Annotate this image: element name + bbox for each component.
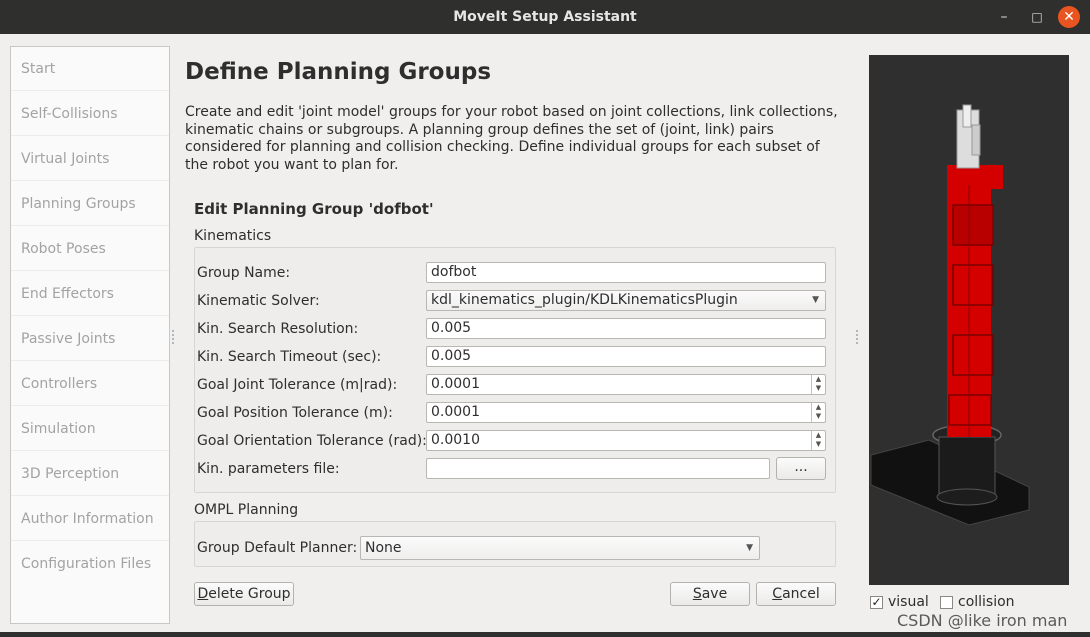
- params-file-label: Kin. parameters file:: [197, 461, 340, 477]
- sidebar-item-simulation[interactable]: Simulation: [11, 407, 169, 451]
- edit-group-title: Edit Planning Group 'dofbot': [194, 200, 434, 218]
- watermark: CSDN @like iron man: [897, 611, 1068, 630]
- goal-position-tolerance-spinbox[interactable]: 0.0001 ▲ ▼: [426, 402, 826, 423]
- default-planner-value: None: [365, 540, 402, 556]
- goal-joint-tolerance-value: 0.0001: [431, 376, 480, 392]
- kinematic-solver-label: Kinematic Solver:: [197, 293, 320, 309]
- sidebar-item-planning-groups[interactable]: Planning Groups: [11, 182, 169, 226]
- kinematics-groupbox: [194, 247, 836, 493]
- visual-checkbox[interactable]: ✓: [870, 596, 883, 609]
- sidebar-item-3d-perception[interactable]: 3D Perception: [11, 452, 169, 496]
- group-name-input[interactable]: dofbot: [426, 262, 826, 283]
- goal-position-tolerance-label: Goal Position Tolerance (m):: [197, 405, 393, 421]
- search-timeout-label: Kin. Search Timeout (sec):: [197, 349, 382, 365]
- kinematic-solver-select[interactable]: kdl_kinematics_plugin/KDLKinematicsPlugi…: [426, 290, 826, 311]
- browse-button[interactable]: ...: [776, 457, 826, 480]
- kinematic-solver-value: kdl_kinematics_plugin/KDLKinematicsPlugi…: [431, 292, 738, 308]
- sidebar-item-robot-poses[interactable]: Robot Poses: [11, 227, 169, 271]
- delete-label: elete Group: [208, 586, 291, 602]
- page-title: Define Planning Groups: [185, 59, 492, 85]
- ompl-section-label: OMPL Planning: [194, 502, 299, 518]
- delete-mnemonic: D: [197, 586, 209, 602]
- goal-orientation-tolerance-value: 0.0010: [431, 432, 480, 448]
- minimize-icon[interactable]: –: [992, 5, 1016, 29]
- search-resolution-label: Kin. Search Resolution:: [197, 321, 359, 337]
- chevron-down-icon: ▼: [812, 295, 819, 305]
- robot-3d-viewer[interactable]: [869, 55, 1069, 585]
- save-mnemonic: S: [692, 586, 702, 602]
- splitter-handle-right[interactable]: [856, 330, 858, 344]
- spin-arrows-icon[interactable]: ▲ ▼: [811, 375, 825, 394]
- collision-checkbox[interactable]: [940, 596, 953, 609]
- spin-arrows-icon[interactable]: ▲ ▼: [811, 431, 825, 450]
- splitter-handle-left[interactable]: [172, 330, 174, 344]
- title-bar: MoveIt Setup Assistant – □ ✕: [0, 0, 1090, 34]
- maximize-icon[interactable]: □: [1025, 5, 1049, 29]
- save-button[interactable]: Save: [670, 582, 750, 606]
- group-name-label: Group Name:: [197, 265, 291, 281]
- cancel-button[interactable]: Cancel: [756, 582, 836, 606]
- sidebar-item-configuration-files[interactable]: Configuration Files: [11, 542, 169, 586]
- cancel-mnemonic: C: [772, 586, 783, 602]
- sidebar-item-end-effectors[interactable]: End Effectors: [11, 272, 169, 316]
- kinematics-section-label: Kinematics: [194, 228, 272, 244]
- chevron-down-icon: ▼: [746, 543, 753, 553]
- setup-steps-sidebar: Start Self-Collisions Virtual Joints Pla…: [10, 46, 170, 624]
- close-icon[interactable]: ✕: [1058, 6, 1080, 28]
- search-resolution-input[interactable]: 0.005: [426, 318, 826, 339]
- page-description: Create and edit 'joint model' groups for…: [185, 104, 838, 173]
- delete-group-button[interactable]: Delete Group: [194, 582, 294, 606]
- save-label: ave: [701, 586, 728, 602]
- sidebar-item-author-information[interactable]: Author Information: [11, 497, 169, 541]
- sidebar-item-virtual-joints[interactable]: Virtual Joints: [11, 137, 169, 181]
- goal-joint-tolerance-label: Goal Joint Tolerance (m|rad):: [197, 377, 398, 393]
- sidebar-item-self-collisions[interactable]: Self-Collisions: [11, 92, 169, 136]
- window-title: MoveIt Setup Assistant: [453, 9, 637, 25]
- robot-model-render: [870, 104, 1030, 526]
- moveit-window: MoveIt Setup Assistant – □ ✕ Start Self-…: [0, 0, 1090, 637]
- goal-orientation-tolerance-spinbox[interactable]: 0.0010 ▲ ▼: [426, 430, 826, 451]
- cancel-label: ancel: [782, 586, 820, 602]
- visual-label: visual: [888, 594, 929, 610]
- spin-arrows-icon[interactable]: ▲ ▼: [811, 403, 825, 422]
- default-planner-select[interactable]: None ▼: [360, 536, 760, 560]
- goal-joint-tolerance-spinbox[interactable]: 0.0001 ▲ ▼: [426, 374, 826, 395]
- sidebar-item-start[interactable]: Start: [11, 47, 169, 91]
- goal-orientation-tolerance-label: Goal Orientation Tolerance (rad):: [197, 433, 427, 449]
- collision-label: collision: [958, 594, 1015, 610]
- window-bottom-edge: [0, 632, 1090, 637]
- goal-position-tolerance-value: 0.0001: [431, 404, 480, 420]
- params-file-input[interactable]: [426, 458, 770, 479]
- default-planner-label: Group Default Planner:: [197, 540, 358, 556]
- sidebar-item-passive-joints[interactable]: Passive Joints: [11, 317, 169, 361]
- sidebar-item-controllers[interactable]: Controllers: [11, 362, 169, 406]
- search-timeout-input[interactable]: 0.005: [426, 346, 826, 367]
